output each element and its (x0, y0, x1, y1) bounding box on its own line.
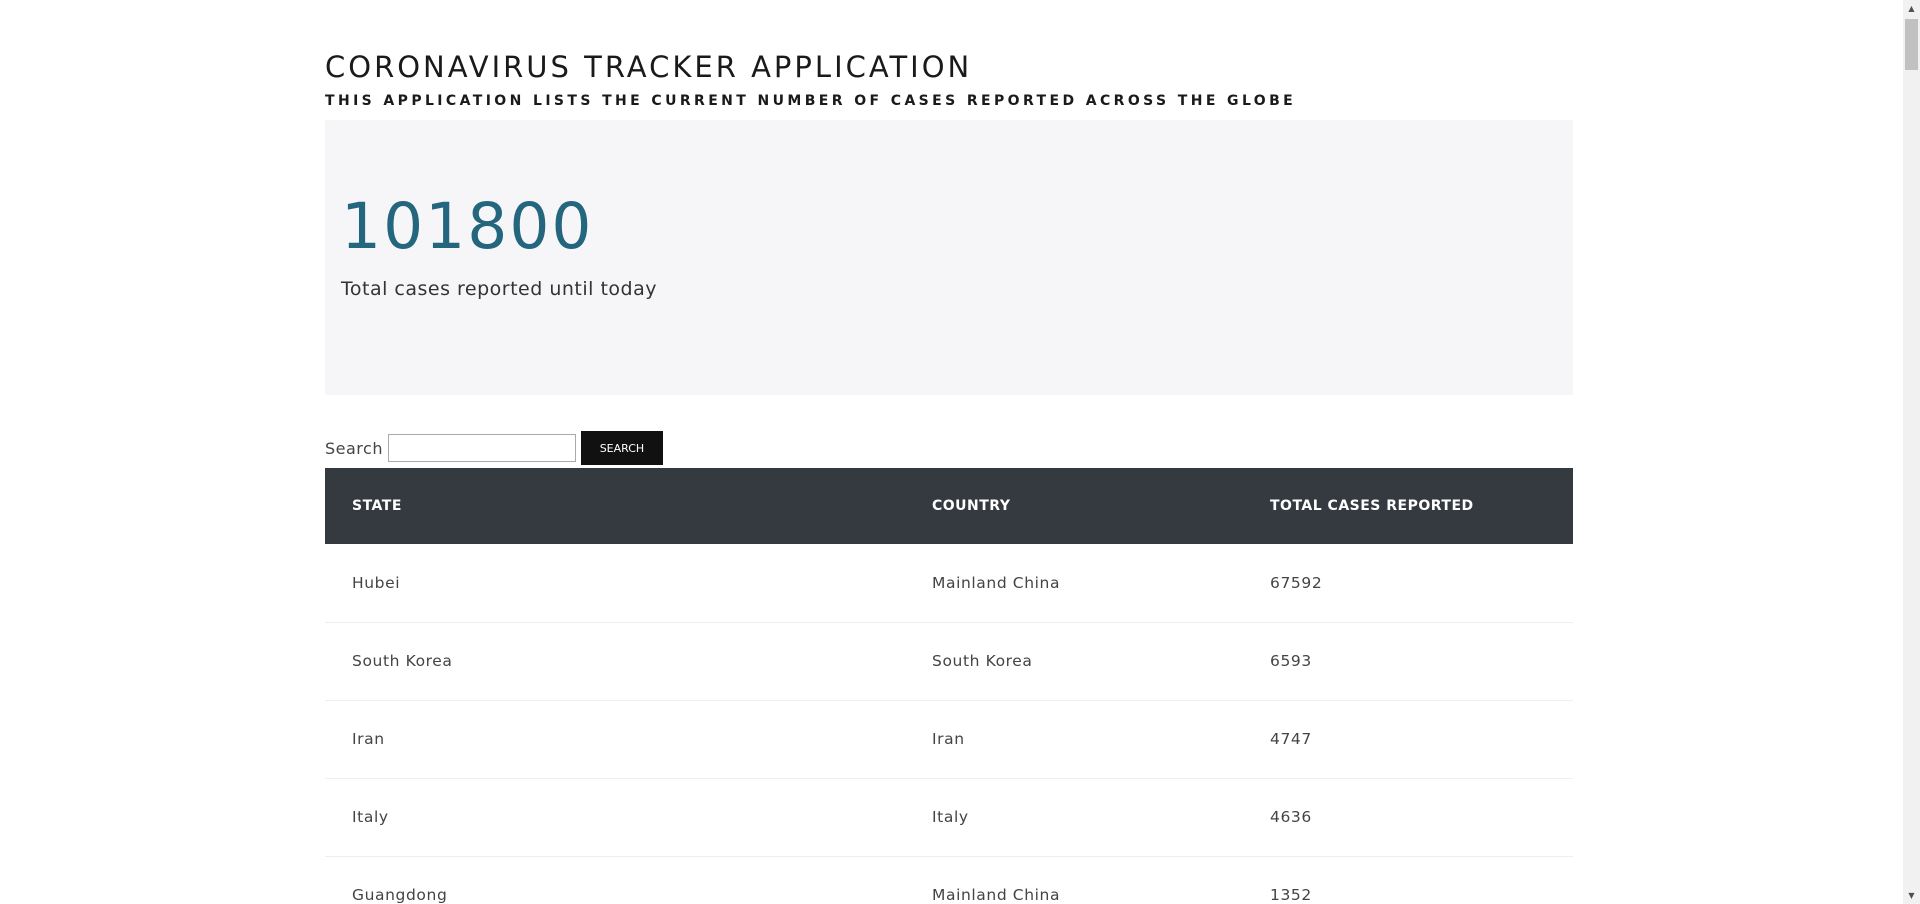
scrollbar-thumb[interactable] (1905, 19, 1918, 70)
scroll-up-arrow-icon[interactable]: ▲ (1903, 0, 1920, 17)
search-label: Search (325, 438, 383, 458)
table-row: Hubei Mainland China 67592 (325, 544, 1573, 622)
cell-state: Italy (352, 808, 389, 826)
table-row: Guangdong Mainland China 1352 (325, 856, 1573, 904)
cell-state: Guangdong (352, 886, 448, 904)
scroll-down-arrow-icon[interactable]: ▼ (1903, 887, 1920, 904)
search-input[interactable] (387, 434, 576, 462)
cases-table-wrapper: STATE COUNTRY TOTAL CASES REPORTED Hubei… (325, 468, 1573, 904)
cell-country: South Korea (932, 652, 1033, 670)
search-button[interactable]: SEARCH (580, 431, 663, 465)
cell-total: 1352 (1270, 886, 1312, 904)
column-header-state: STATE (352, 498, 402, 514)
column-header-total: TOTAL CASES REPORTED (1270, 498, 1474, 514)
vertical-scrollbar[interactable]: ▲ ▼ (1903, 0, 1920, 904)
cell-country: Mainland China (932, 573, 1061, 592)
cell-total: 67592 (1270, 573, 1323, 592)
cell-total: 4747 (1270, 730, 1312, 748)
cell-total: 4636 (1270, 808, 1312, 826)
cell-country: Italy (932, 808, 969, 826)
table-row: Iran Iran 4747 (325, 700, 1573, 778)
table-row: Italy Italy 4636 (325, 778, 1573, 856)
search-form: Search SEARCH (325, 431, 663, 465)
cell-state: Iran (352, 730, 385, 748)
cell-country: Mainland China (932, 886, 1061, 904)
table-row: South Korea South Korea 6593 (325, 622, 1573, 700)
column-header-country: COUNTRY (932, 498, 1011, 514)
cell-state: Hubei (352, 573, 401, 592)
page: CORONAVIRUS TRACKER APPLICATION THIS APP… (0, 0, 1920, 904)
cell-total: 6593 (1270, 652, 1312, 670)
page-subtitle: THIS APPLICATION LISTS THE CURRENT NUMBE… (325, 93, 1297, 109)
total-cases-label: Total cases reported until today (341, 278, 658, 300)
cases-table: STATE COUNTRY TOTAL CASES REPORTED Hubei… (325, 468, 1573, 904)
table-header-row: STATE COUNTRY TOTAL CASES REPORTED (325, 468, 1573, 544)
cell-country: Iran (932, 730, 965, 748)
total-cases-number: 101800 (341, 190, 594, 263)
page-title: CORONAVIRUS TRACKER APPLICATION (325, 50, 973, 84)
cell-state: South Korea (352, 652, 453, 670)
